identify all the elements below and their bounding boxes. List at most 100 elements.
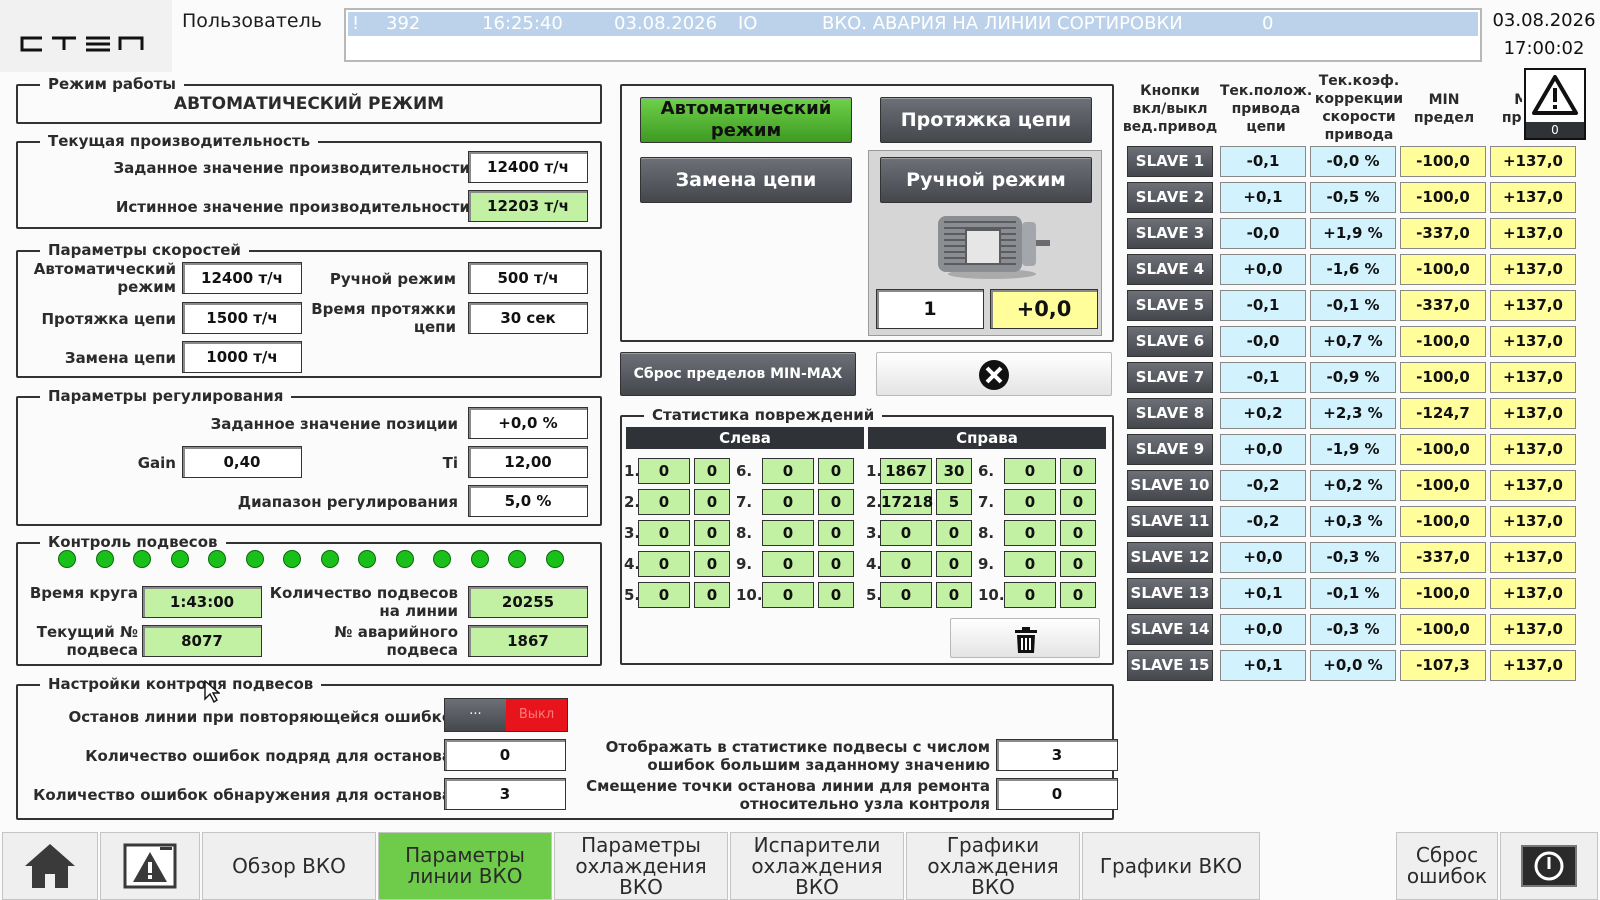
- slave-min: -107,3: [1400, 650, 1486, 681]
- detect-errors-field[interactable]: 3: [444, 778, 566, 810]
- slave-min: -100,0: [1400, 182, 1486, 213]
- slave-position: +0,1: [1220, 650, 1306, 681]
- alarm-screen-button[interactable]: [100, 832, 200, 900]
- slave-button[interactable]: SLAVE 8: [1127, 398, 1213, 429]
- drive-value-field[interactable]: +0,0: [990, 289, 1098, 329]
- nav-cooling-params[interactable]: Параметры охлаждения ВКО: [554, 832, 728, 900]
- show-threshold-field[interactable]: 3: [996, 739, 1118, 771]
- nav-overview[interactable]: Обзор ВКО: [202, 832, 376, 900]
- slave-correction: +2,3 %: [1310, 398, 1396, 429]
- reset-minmax-button[interactable]: Сброс пределов MIN-MAX: [620, 352, 856, 396]
- hanger-indicator-dot: [433, 550, 451, 568]
- slave-min: -337,0: [1400, 290, 1486, 321]
- slave-button[interactable]: SLAVE 5: [1127, 290, 1213, 321]
- slave-button[interactable]: SLAVE 3: [1127, 218, 1213, 249]
- auto-speed-field[interactable]: 12400 т/ч: [182, 262, 302, 294]
- stats-left-count: 0: [694, 582, 730, 608]
- position-field[interactable]: +0,0 %: [468, 407, 588, 439]
- reset-errors-button[interactable]: Сброс ошибок: [1396, 832, 1498, 900]
- slave-min: -337,0: [1400, 542, 1486, 573]
- hanger-indicator-dot: [133, 550, 151, 568]
- nav-evaporators[interactable]: Испарители охлаждения ВКО: [730, 832, 904, 900]
- slave-max: +137,0: [1490, 146, 1576, 177]
- user-label[interactable]: Пользователь: [182, 10, 322, 32]
- slave-position: -0,1: [1220, 290, 1306, 321]
- slave-correction: -0,5 %: [1310, 182, 1396, 213]
- slave-button[interactable]: SLAVE 10: [1127, 470, 1213, 501]
- slave-correction: -0,3 %: [1310, 542, 1396, 573]
- auto-mode-button[interactable]: Автоматический режим: [640, 97, 852, 143]
- drive-number-field[interactable]: 1: [876, 289, 984, 329]
- pull-chain-button[interactable]: Протяжка цепи: [880, 97, 1092, 143]
- slave-min: -100,0: [1400, 362, 1486, 393]
- warning-button[interactable]: 0: [1524, 68, 1586, 140]
- slave-button[interactable]: SLAVE 11: [1127, 506, 1213, 537]
- slave-button[interactable]: SLAVE 6: [1127, 326, 1213, 357]
- speeds-group: Параметры скоростей Автоматический режим…: [16, 241, 602, 378]
- slave-max: +137,0: [1490, 614, 1576, 645]
- slave-button[interactable]: SLAVE 7: [1127, 362, 1213, 393]
- home-button[interactable]: [2, 832, 98, 900]
- close-button[interactable]: [876, 352, 1112, 396]
- replace-chain-button[interactable]: Замена цепи: [640, 157, 852, 203]
- stats-right-value: 0: [880, 520, 932, 546]
- lap-time-label: Время круга: [29, 584, 138, 602]
- stats-left-count: 0: [694, 551, 730, 577]
- stats-left-value: 0: [762, 489, 814, 515]
- slave-min: -100,0: [1400, 146, 1486, 177]
- stats-left-count: 0: [694, 520, 730, 546]
- manual-speed-field[interactable]: 500 т/ч: [468, 262, 588, 294]
- manual-mode-button[interactable]: Ручной режим: [880, 157, 1092, 203]
- hanger-indicator-dot: [320, 550, 339, 568]
- slave-max: +137,0: [1490, 218, 1576, 249]
- actual-productivity-label: Истинное значение производительности: [115, 198, 470, 216]
- slave-button[interactable]: SLAVE 12: [1127, 542, 1213, 573]
- stats-left-value: 0: [638, 551, 690, 577]
- hanger-indicator-dot: [58, 550, 76, 568]
- stats-right-value: 0: [880, 551, 932, 577]
- ti-field[interactable]: 12,00: [468, 446, 588, 478]
- stats-right-count: 0: [1060, 551, 1096, 577]
- pull-time-label: Время протяжки цепи: [311, 300, 456, 336]
- gain-label: Gain: [137, 454, 176, 472]
- nav-charts[interactable]: Графики ВКО: [1082, 832, 1260, 900]
- power-button[interactable]: [1500, 832, 1598, 900]
- slave-button[interactable]: SLAVE 13: [1127, 578, 1213, 609]
- nav-line-params[interactable]: Параметры линии ВКО: [378, 832, 552, 900]
- slave-button[interactable]: SLAVE 2: [1127, 182, 1213, 213]
- nav-cooling-charts[interactable]: Графики охлаждения ВКО: [906, 832, 1080, 900]
- toggle-off-part[interactable]: Выкл: [506, 699, 567, 731]
- pull-speed-field[interactable]: 1500 т/ч: [182, 302, 302, 334]
- alarm-screen-icon: [123, 843, 177, 889]
- pull-time-field[interactable]: 30 сек: [468, 302, 588, 334]
- consecutive-errors-field[interactable]: 0: [444, 739, 566, 771]
- productivity-legend: Текущая производительность: [40, 132, 319, 150]
- replace-speed-field[interactable]: 1000 т/ч: [182, 341, 302, 373]
- toggle-on-part[interactable]: ···: [445, 699, 506, 731]
- warning-icon: [1532, 75, 1578, 115]
- range-field[interactable]: 5,0 %: [468, 485, 588, 517]
- stats-right-index: 7.: [978, 493, 995, 511]
- hanger-count-label: Количество подвесов на линии: [269, 584, 458, 620]
- stop-offset-field[interactable]: 0: [996, 778, 1118, 810]
- set-productivity-field[interactable]: 12400 т/ч: [468, 151, 588, 183]
- alarm-row[interactable]: ! 392 16:25:40 03.08.2026 IO ВКО. АВАРИЯ…: [348, 12, 1478, 36]
- alarm-date: 03.08.2026: [614, 13, 718, 34]
- slave-button[interactable]: SLAVE 4: [1127, 254, 1213, 285]
- slave-button[interactable]: SLAVE 9: [1127, 434, 1213, 465]
- stats-right-count: 5: [936, 489, 972, 515]
- stats-right-value: 1867: [880, 458, 932, 484]
- stats-left-index: 10.: [736, 586, 763, 604]
- clear-statistics-button[interactable]: [950, 618, 1100, 658]
- stop-on-error-toggle[interactable]: ··· Выкл: [444, 698, 568, 732]
- slave-button[interactable]: SLAVE 14: [1127, 614, 1213, 645]
- slave-button[interactable]: SLAVE 15: [1127, 650, 1213, 681]
- stats-right-count: 30: [936, 458, 972, 484]
- gain-field[interactable]: 0,40: [182, 446, 302, 478]
- slave-position: +0,0: [1220, 434, 1306, 465]
- slave-button[interactable]: SLAVE 1: [1127, 146, 1213, 177]
- hangers-group: Контроль подвесов Время круга 1:43:00 Ко…: [16, 533, 602, 666]
- hanger-indicator-dot: [508, 550, 526, 568]
- alarm-banner[interactable]: ! 392 16:25:40 03.08.2026 IO ВКО. АВАРИЯ…: [344, 8, 1482, 62]
- hanger-count-field: 20255: [468, 586, 588, 618]
